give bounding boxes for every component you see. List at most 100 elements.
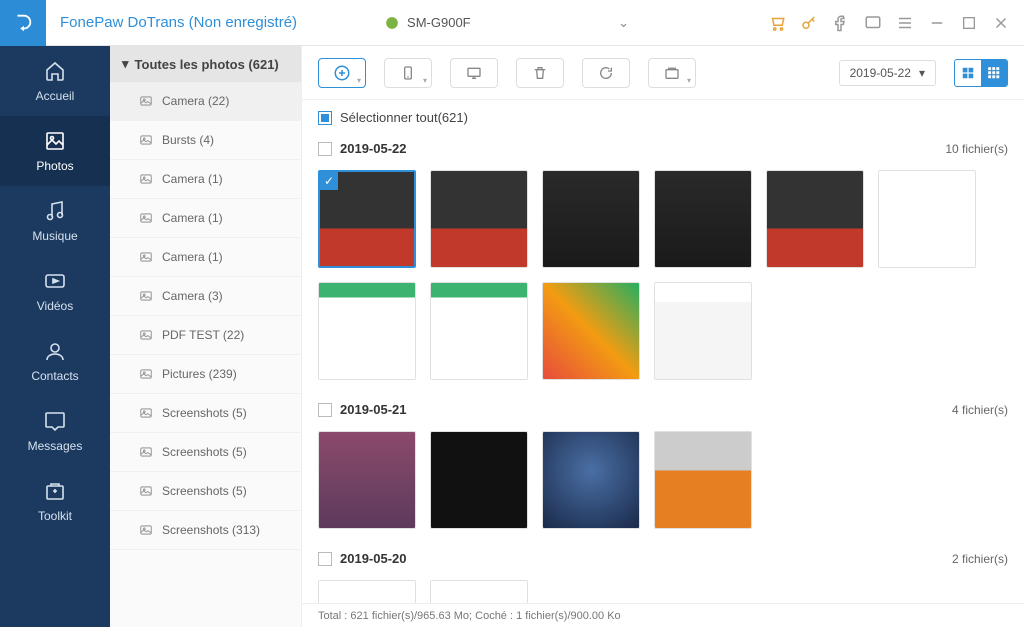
image-icon bbox=[138, 94, 154, 108]
folder-item[interactable]: Camera (1) bbox=[110, 238, 301, 277]
thumbnail-image bbox=[543, 432, 639, 528]
nav-item-accueil[interactable]: Accueil bbox=[0, 46, 110, 116]
refresh-button[interactable] bbox=[582, 58, 630, 88]
folder-item[interactable]: PDF TEST (22) bbox=[110, 316, 301, 355]
folder-item[interactable]: Screenshots (313) bbox=[110, 511, 301, 550]
folder-label: Camera (1) bbox=[162, 172, 223, 186]
nav-item-vidéos[interactable]: Vidéos bbox=[0, 256, 110, 326]
folder-label: Screenshots (313) bbox=[162, 523, 260, 537]
thumbnail[interactable] bbox=[318, 580, 416, 603]
thumbnail[interactable] bbox=[430, 431, 528, 529]
folder-item[interactable]: Camera (1) bbox=[110, 199, 301, 238]
nav-icon bbox=[43, 269, 67, 293]
nav-icon bbox=[43, 479, 67, 503]
folder-label: Screenshots (5) bbox=[162, 406, 247, 420]
image-icon bbox=[138, 250, 154, 264]
folder-item[interactable]: Screenshots (5) bbox=[110, 394, 301, 433]
thumbnail[interactable]: ✓ bbox=[318, 170, 416, 268]
chevron-down-icon: ⌄ bbox=[618, 15, 629, 31]
image-icon bbox=[138, 133, 154, 147]
nav-icon bbox=[43, 129, 67, 153]
feedback-icon[interactable] bbox=[864, 14, 882, 32]
image-icon bbox=[138, 328, 154, 342]
cart-icon[interactable] bbox=[768, 14, 786, 32]
thumbnail-image bbox=[319, 283, 415, 379]
nav-label: Toolkit bbox=[38, 509, 72, 523]
folder-item[interactable]: Screenshots (5) bbox=[110, 433, 301, 472]
minimize-icon[interactable] bbox=[928, 14, 946, 32]
folder-item[interactable]: Pictures (239) bbox=[110, 355, 301, 394]
thumbnail-image bbox=[655, 171, 751, 267]
add-button[interactable]: ▾ bbox=[318, 58, 366, 88]
date-group-header[interactable]: 2019-05-202 fichier(s) bbox=[318, 545, 1008, 572]
nav-item-musique[interactable]: Musique bbox=[0, 186, 110, 256]
thumbnail[interactable] bbox=[654, 282, 752, 380]
folder-label: Screenshots (5) bbox=[162, 484, 247, 498]
folder-label: Pictures (239) bbox=[162, 367, 237, 381]
device-selector[interactable]: SM-G900F ⌄ bbox=[377, 11, 637, 35]
thumbnail[interactable] bbox=[878, 170, 976, 268]
nav-item-messages[interactable]: Messages bbox=[0, 396, 110, 466]
app-title: FonePaw DoTrans (Non enregistré) bbox=[60, 14, 297, 31]
thumbnail[interactable] bbox=[654, 431, 752, 529]
checkbox-icon bbox=[318, 142, 332, 156]
facebook-icon[interactable] bbox=[832, 14, 850, 32]
nav-label: Photos bbox=[36, 159, 73, 173]
date-group-header[interactable]: 2019-05-21 4 fichier(s) bbox=[318, 396, 1008, 423]
thumbnail[interactable] bbox=[430, 580, 528, 603]
image-icon bbox=[138, 406, 154, 420]
folder-item[interactable]: Camera (3) bbox=[110, 277, 301, 316]
export-pc-button[interactable] bbox=[450, 58, 498, 88]
checkbox-icon bbox=[318, 552, 332, 566]
image-icon bbox=[138, 523, 154, 537]
maximize-icon[interactable] bbox=[960, 14, 978, 32]
thumbnail-image bbox=[879, 171, 975, 267]
select-all-row[interactable]: Sélectionner tout(621) bbox=[302, 100, 1024, 135]
thumbnail-image bbox=[543, 283, 639, 379]
checkbox-icon bbox=[318, 403, 332, 417]
image-icon bbox=[138, 211, 154, 225]
thumbnail[interactable] bbox=[766, 170, 864, 268]
thumbnail[interactable] bbox=[654, 170, 752, 268]
export-phone-button[interactable]: ▾ bbox=[384, 58, 432, 88]
folder-item[interactable]: Camera (22) bbox=[110, 82, 301, 121]
thumbnail[interactable] bbox=[542, 282, 640, 380]
thumbnail[interactable] bbox=[542, 431, 640, 529]
tree-header[interactable]: ▾ Toutes les photos (621) bbox=[110, 46, 301, 82]
thumbnail-image bbox=[767, 171, 863, 267]
thumbnail[interactable] bbox=[542, 170, 640, 268]
folder-item[interactable]: Camera (1) bbox=[110, 160, 301, 199]
album-button[interactable]: ▾ bbox=[648, 58, 696, 88]
delete-button[interactable] bbox=[516, 58, 564, 88]
file-count: 4 fichier(s) bbox=[952, 403, 1008, 417]
thumbnail[interactable] bbox=[430, 170, 528, 268]
nav-icon bbox=[43, 409, 67, 433]
thumbnail-image bbox=[655, 283, 751, 379]
nav-item-photos[interactable]: Photos bbox=[0, 116, 110, 186]
thumbnail[interactable] bbox=[430, 282, 528, 380]
folder-label: Bursts (4) bbox=[162, 133, 214, 147]
nav-item-contacts[interactable]: Contacts bbox=[0, 326, 110, 396]
view-small-button[interactable] bbox=[981, 60, 1007, 86]
nav-label: Contacts bbox=[31, 369, 78, 383]
thumbnail[interactable] bbox=[318, 431, 416, 529]
thumbnail-image bbox=[431, 171, 527, 267]
folder-item[interactable]: Bursts (4) bbox=[110, 121, 301, 160]
thumbnail[interactable] bbox=[318, 282, 416, 380]
image-icon bbox=[138, 172, 154, 186]
checkbox-partial-icon bbox=[318, 111, 332, 125]
thumbnail-image bbox=[655, 432, 751, 528]
key-icon[interactable] bbox=[800, 14, 818, 32]
thumbnail-image bbox=[431, 283, 527, 379]
date-label: 2019-05-21 bbox=[340, 402, 407, 417]
folder-item[interactable]: Screenshots (5) bbox=[110, 472, 301, 511]
view-large-button[interactable] bbox=[955, 60, 981, 86]
date-group-header[interactable]: 2019-05-2210 fichier(s) bbox=[318, 135, 1008, 162]
thumbnail-image bbox=[543, 171, 639, 267]
date-filter[interactable]: 2019-05-22▾ bbox=[839, 60, 936, 86]
nav-item-toolkit[interactable]: Toolkit bbox=[0, 466, 110, 536]
close-icon[interactable] bbox=[992, 14, 1010, 32]
date-filter-value: 2019-05-22 bbox=[850, 66, 911, 80]
menu-icon[interactable] bbox=[896, 14, 914, 32]
tree-header-label: Toutes les photos (621) bbox=[135, 57, 279, 72]
